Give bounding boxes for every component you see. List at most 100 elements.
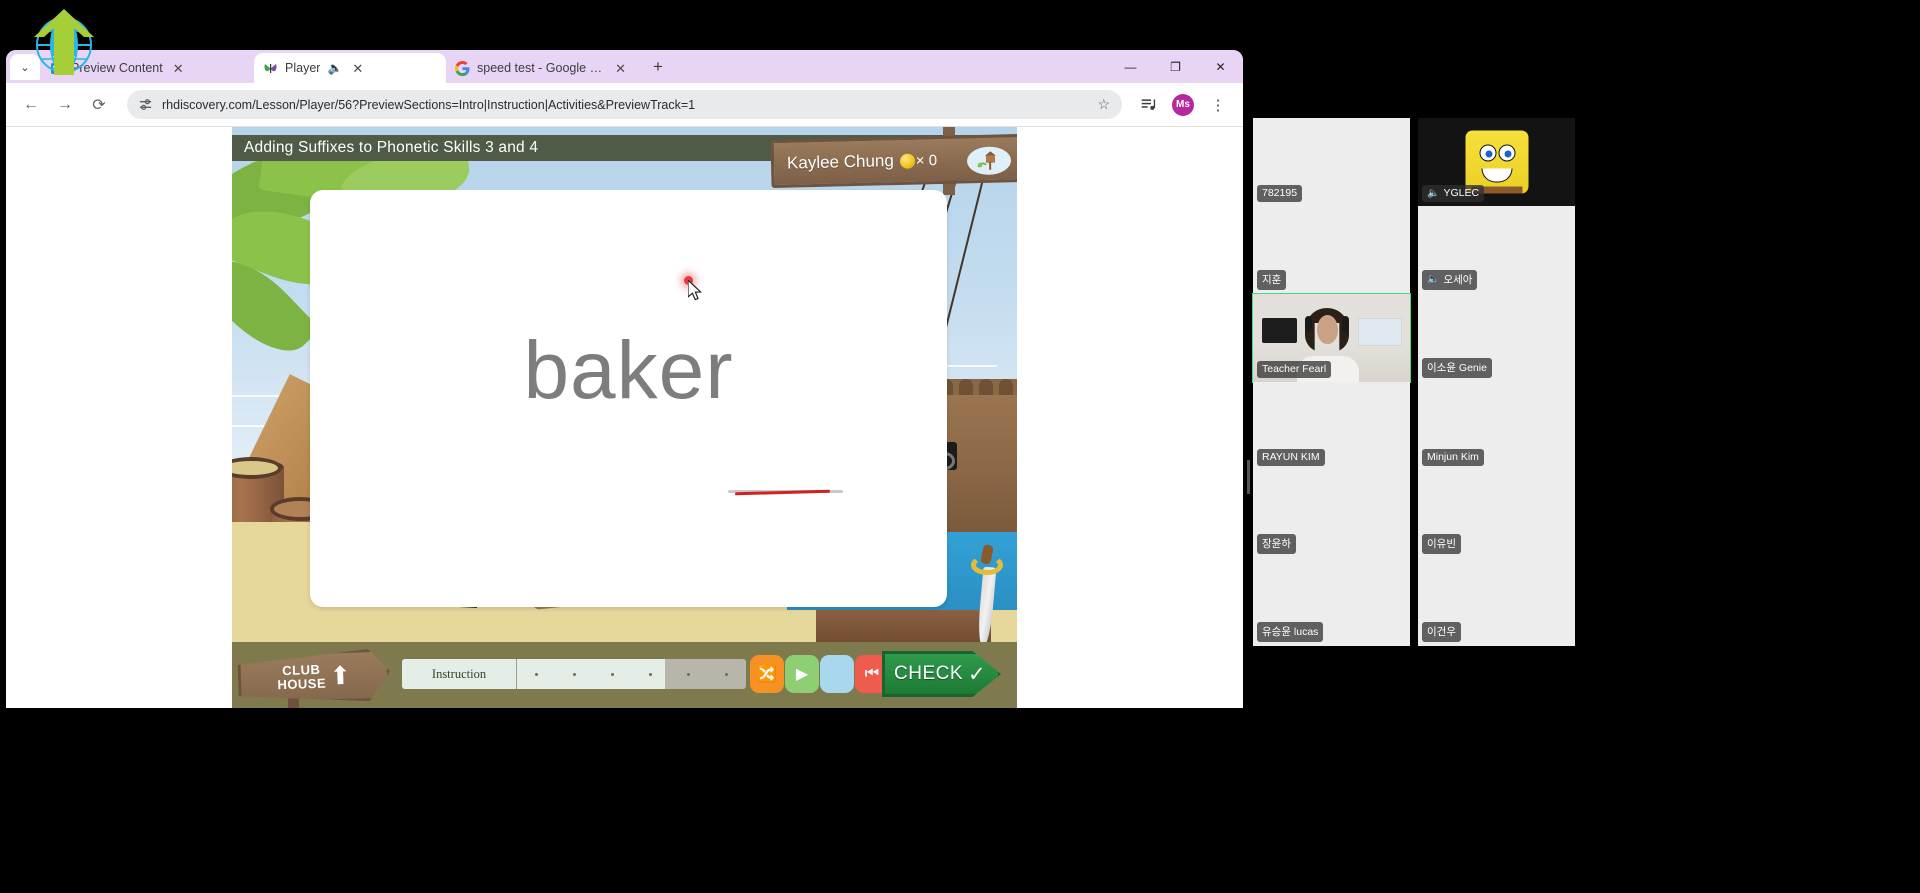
close-window-button[interactable]: ✕ (1198, 50, 1243, 83)
media-control-icon[interactable] (1133, 90, 1163, 120)
tab-label: Player (285, 61, 321, 75)
browser-menu-icon[interactable]: ⋮ (1203, 90, 1233, 120)
checkmark-icon: ✓ (968, 662, 986, 686)
page-viewport: Adding Suffixes to Phonetic Skills 3 and… (6, 127, 1243, 708)
participant-tile[interactable]: 이유빈 (1418, 470, 1575, 558)
participant-tile[interactable]: 지훈 (1253, 206, 1410, 294)
close-icon[interactable]: ✕ (170, 60, 187, 77)
tab-speed-test[interactable]: speed test - Google Search ✕ (446, 53, 638, 83)
participant-tile[interactable]: 이건우 (1418, 558, 1575, 646)
participant-name: 이소윤 Genie (1427, 362, 1487, 374)
profile-avatar[interactable]: Ms (1172, 93, 1194, 116)
participant-name-badge: 🔈 오세아 (1422, 270, 1478, 290)
play-icon: ▶ (795, 666, 809, 683)
butterfly-icon (263, 61, 278, 76)
check-button[interactable]: CHECK ✓ (882, 651, 1001, 697)
gold-coin-icon (899, 153, 915, 169)
participant-name-badge: RAYUN KIM (1257, 449, 1325, 466)
rewind-icon: ⏮ (864, 665, 880, 682)
back-button[interactable]: ← (16, 90, 46, 120)
participant-name: 유승윤 lucas (1262, 626, 1319, 638)
google-icon (455, 60, 470, 76)
treehouse-icon (966, 146, 1012, 176)
lesson-game-stage: Adding Suffixes to Phonetic Skills 3 and… (232, 127, 1017, 708)
navigation-bar: ← → ⟳ rhdiscovery.com/Lesson/Player/56?P… (6, 83, 1243, 127)
muted-microphone-icon: 🔈 (1427, 274, 1440, 285)
participant-name: 지훈 (1262, 274, 1282, 286)
close-icon[interactable]: ✕ (349, 60, 366, 77)
participant-name: 782195 (1262, 187, 1298, 199)
progress-step[interactable] (670, 659, 708, 689)
address-bar[interactable]: rhdiscovery.com/Lesson/Player/56?Preview… (127, 90, 1122, 119)
participant-name: 이유빈 (1427, 538, 1456, 550)
screen: ⌄ Preview Content ✕ Player 🔈 ✕ speed tes… (0, 0, 1920, 893)
participant-name-badge: Teacher Fearl (1257, 361, 1332, 378)
participant-tile[interactable]: 782195 (1253, 118, 1410, 206)
participant-tile[interactable]: Minjun Kim (1418, 382, 1575, 470)
new-tab-button[interactable]: + (644, 53, 672, 81)
overlay-watermark-logo (22, 5, 106, 77)
tune-icon[interactable] (138, 97, 153, 112)
participant-name: 장윤하 (1262, 538, 1291, 550)
coin-count: × 0 (915, 151, 938, 170)
participant-tile[interactable]: 유승윤 lucas (1253, 558, 1410, 646)
window-controls: — ❐ ✕ (1108, 50, 1243, 83)
participant-tile[interactable]: 장윤하 (1253, 470, 1410, 558)
activity-card: baker (310, 190, 947, 607)
shuffle-icon: 🔀 (757, 666, 777, 683)
participant-name: Teacher Fearl (1262, 363, 1327, 375)
club-house-button[interactable]: CLUB HOUSE ⬆ (237, 648, 391, 705)
reload-button[interactable]: ⟳ (84, 90, 114, 120)
forward-button[interactable]: → (50, 90, 80, 120)
progress-section-label: Instruction (431, 666, 487, 681)
tab-player[interactable]: Player 🔈 ✕ (254, 53, 446, 83)
participant-name-badge: 지훈 (1257, 270, 1287, 290)
up-arrow-icon: ⬆ (329, 661, 352, 690)
participant-name-badge: 장윤하 (1257, 534, 1296, 554)
participant-name-badge: 유승윤 lucas (1257, 622, 1324, 642)
participant-name: RAYUN KIM (1262, 451, 1320, 463)
check-label: CHECK (894, 663, 964, 684)
progress-step[interactable] (708, 659, 746, 689)
participant-tile[interactable]: 🔈 오세아 (1418, 206, 1575, 294)
sword-in-sand (971, 544, 1003, 648)
play-button[interactable]: ▶ (785, 655, 819, 693)
blank-button[interactable] (820, 655, 854, 693)
participant-tile[interactable]: 이소윤 Genie (1418, 294, 1575, 382)
lesson-title: Adding Suffixes to Phonetic Skills 3 and… (244, 139, 539, 156)
participant-name: 이건우 (1427, 626, 1456, 638)
muted-microphone-icon: 🔈 (1427, 187, 1440, 199)
participant-tile[interactable]: RAYUN KIM (1253, 382, 1410, 470)
maximize-button[interactable]: ❐ (1153, 50, 1198, 83)
player-name: Kaylee Chung (786, 151, 895, 173)
address-bar-url: rhdiscovery.com/Lesson/Player/56?Preview… (162, 97, 696, 112)
close-icon[interactable]: ✕ (612, 60, 629, 77)
participant-name: 오세아 (1443, 274, 1473, 286)
minimize-button[interactable]: — (1108, 50, 1153, 83)
lesson-progress-bar[interactable]: Instruction (402, 659, 746, 689)
player-name-sign: Kaylee Chung × 0 (770, 133, 1017, 189)
bookmark-star-icon[interactable]: ☆ (1097, 96, 1110, 113)
tab-strip: ⌄ Preview Content ✕ Player 🔈 ✕ speed tes… (6, 50, 1243, 83)
tab-audio-playing-icon[interactable]: 🔈 (327, 61, 342, 75)
game-toolbar: CLUB HOUSE ⬆ Instruction 🔀 ▶ ⏮ CHECK ✓ (232, 642, 1017, 708)
participant-name: Minjun Kim (1427, 451, 1479, 463)
target-word[interactable]: baker (310, 324, 947, 418)
panel-resize-handle[interactable] (1247, 460, 1250, 494)
browser-window: ⌄ Preview Content ✕ Player 🔈 ✕ speed tes… (6, 50, 1243, 708)
progress-step[interactable] (593, 659, 631, 689)
progress-step[interactable] (517, 659, 555, 689)
participant-name-badge: 이소윤 Genie (1422, 358, 1492, 378)
participant-tile[interactable]: 🔈 YGLEC (1418, 118, 1575, 206)
participant-tile-active-speaker[interactable]: Teacher Fearl (1252, 293, 1411, 383)
participant-name-badge: 🔈 YGLEC (1422, 185, 1485, 202)
progress-step[interactable] (555, 659, 593, 689)
participant-name-badge: 이유빈 (1422, 534, 1461, 554)
club-house-line-2: HOUSE (277, 675, 327, 693)
participant-name-badge: 782195 (1257, 185, 1303, 202)
shuffle-button[interactable]: 🔀 (750, 655, 784, 693)
tab-label: speed test - Google Search (477, 61, 605, 75)
participant-name-badge: Minjun Kim (1422, 449, 1484, 466)
progress-step[interactable] (632, 659, 670, 689)
video-conference-panel: 782195 🔈 YGLEC 지훈 🔈 오세아 Teacher Fearl 이소… (1247, 0, 1920, 893)
